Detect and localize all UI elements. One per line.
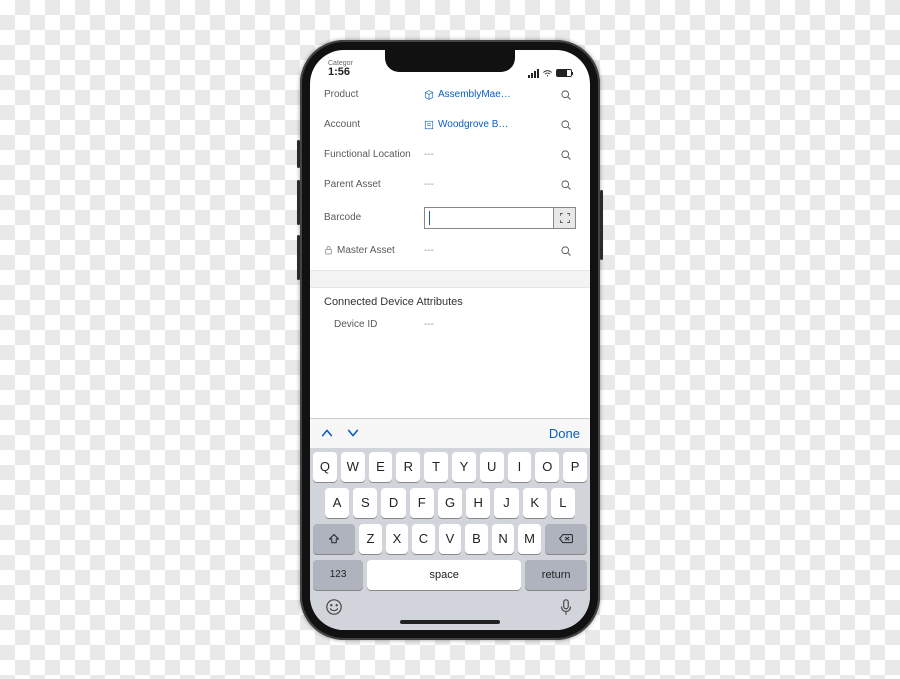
key-h[interactable]: H	[466, 488, 490, 518]
key-u[interactable]: U	[480, 452, 504, 482]
label-product: Product	[324, 89, 424, 100]
search-icon	[560, 245, 572, 257]
search-icon	[560, 89, 572, 101]
label-device-id: Device ID	[324, 319, 424, 330]
done-button[interactable]: Done	[549, 426, 580, 441]
key-e[interactable]: E	[369, 452, 393, 482]
key-y[interactable]: Y	[452, 452, 476, 482]
next-field-icon[interactable]	[346, 426, 360, 440]
key-i[interactable]: I	[508, 452, 532, 482]
notch	[385, 50, 515, 72]
label-master: Master Asset	[337, 245, 395, 256]
key-p[interactable]: P	[563, 452, 587, 482]
label-account: Account	[324, 119, 424, 130]
lookup-account[interactable]	[556, 119, 576, 131]
cube-icon	[424, 90, 434, 100]
key-w[interactable]: W	[341, 452, 365, 482]
key-a[interactable]: A	[325, 488, 349, 518]
shift-key[interactable]	[313, 524, 355, 554]
key-l[interactable]: L	[551, 488, 575, 518]
wifi-icon	[542, 69, 553, 77]
key-f[interactable]: F	[410, 488, 434, 518]
lookup-product[interactable]	[556, 89, 576, 101]
home-indicator[interactable]	[400, 620, 500, 624]
key-r[interactable]: R	[396, 452, 420, 482]
keyboard-accessory: Done	[310, 418, 590, 448]
key-m[interactable]: M	[518, 524, 541, 554]
key-row-1: QWERTYUIOP	[313, 452, 587, 482]
phone-frame: Categor 1:56 Product AssemblyMae…	[300, 40, 600, 640]
account-icon	[424, 120, 434, 130]
prev-field-icon[interactable]	[320, 426, 334, 440]
screen: Categor 1:56 Product AssemblyMae…	[310, 50, 590, 630]
key-d[interactable]: D	[381, 488, 405, 518]
form: Product AssemblyMae… Account Woodgrove B…	[310, 80, 590, 418]
key-b[interactable]: B	[465, 524, 488, 554]
signal-icon	[528, 69, 539, 78]
field-device-id: Device ID ---	[310, 310, 590, 340]
field-barcode[interactable]: Barcode	[310, 200, 590, 236]
shift-icon	[328, 533, 340, 545]
keyboard: QWERTYUIOP ASDFGHJKL ZXCVBNM 123 space r…	[310, 448, 590, 630]
lookup-master[interactable]	[556, 245, 576, 257]
section-title: Connected Device Attributes	[310, 288, 590, 310]
space-key[interactable]: space	[367, 560, 521, 590]
field-master: Master Asset ---	[310, 236, 590, 266]
return-key[interactable]: return	[525, 560, 587, 590]
key-q[interactable]: Q	[313, 452, 337, 482]
backspace-key[interactable]	[545, 524, 587, 554]
value-account[interactable]: Woodgrove B…	[438, 119, 508, 130]
key-s[interactable]: S	[353, 488, 377, 518]
search-icon	[560, 179, 572, 191]
scan-icon	[559, 212, 571, 224]
field-account[interactable]: Account Woodgrove B…	[310, 110, 590, 140]
key-n[interactable]: N	[492, 524, 515, 554]
key-t[interactable]: T	[424, 452, 448, 482]
barcode-input[interactable]	[424, 207, 554, 229]
status-time: 1:56	[328, 67, 353, 78]
value-product[interactable]: AssemblyMae…	[438, 89, 511, 100]
key-row-2: ASDFGHJKL	[313, 488, 587, 518]
label-barcode: Barcode	[324, 212, 424, 223]
label-location: Functional Location	[324, 149, 424, 160]
field-product[interactable]: Product AssemblyMae…	[310, 80, 590, 110]
numbers-key[interactable]: 123	[313, 560, 363, 590]
key-z[interactable]: Z	[359, 524, 382, 554]
field-location[interactable]: Functional Location ---	[310, 140, 590, 170]
value-location: ---	[424, 149, 434, 160]
key-o[interactable]: O	[535, 452, 559, 482]
key-g[interactable]: G	[438, 488, 462, 518]
search-icon	[560, 119, 572, 131]
section-divider	[310, 270, 590, 288]
field-parent[interactable]: Parent Asset ---	[310, 170, 590, 200]
key-v[interactable]: V	[439, 524, 462, 554]
key-j[interactable]: J	[494, 488, 518, 518]
value-parent: ---	[424, 179, 434, 190]
backspace-icon	[558, 533, 574, 544]
value-device-id: ---	[424, 319, 434, 330]
value-master: ---	[424, 245, 434, 256]
lookup-location[interactable]	[556, 149, 576, 161]
search-icon	[560, 149, 572, 161]
mic-icon[interactable]	[557, 598, 575, 616]
key-c[interactable]: C	[412, 524, 435, 554]
key-k[interactable]: K	[523, 488, 547, 518]
lookup-parent[interactable]	[556, 179, 576, 191]
key-row-3: ZXCVBNM	[313, 524, 587, 554]
label-parent: Parent Asset	[324, 179, 424, 190]
barcode-scan-button[interactable]	[554, 207, 576, 229]
battery-icon	[556, 69, 572, 77]
lock-icon	[324, 245, 333, 256]
key-x[interactable]: X	[386, 524, 409, 554]
emoji-icon[interactable]	[325, 598, 343, 616]
